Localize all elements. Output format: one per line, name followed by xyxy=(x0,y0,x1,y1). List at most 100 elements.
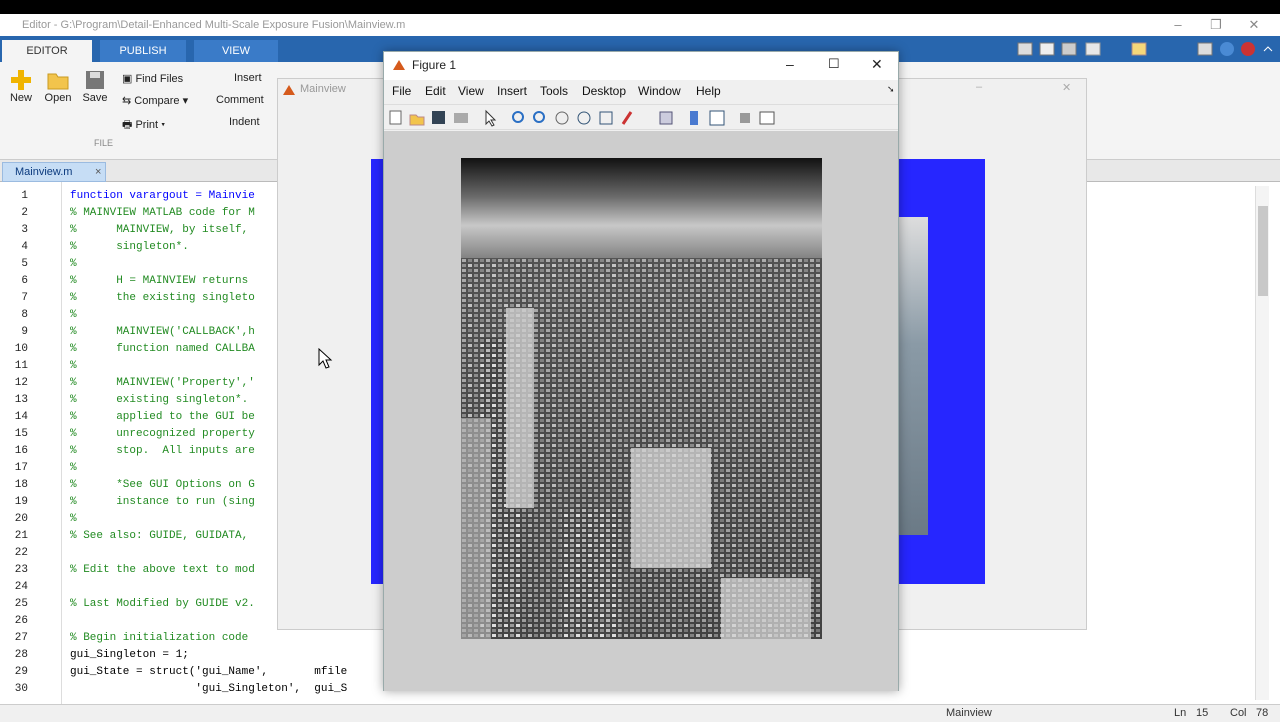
line-number: 8 xyxy=(21,309,28,321)
menu-file[interactable]: File xyxy=(392,84,411,98)
line-number: 27 xyxy=(14,632,28,644)
menu-dock-arrow-icon[interactable]: ➘ xyxy=(887,84,895,95)
code-line[interactable]: % Last Modified by GUIDE v2. xyxy=(70,598,255,610)
close-tab-icon[interactable]: × xyxy=(95,163,101,181)
restore-button[interactable]: ❐ xyxy=(1198,14,1234,36)
code-line[interactable]: % unrecognized property xyxy=(70,428,255,440)
mainview-close-button[interactable]: ✕ xyxy=(1062,81,1071,94)
code-line[interactable]: function varargout = Mainvie xyxy=(70,190,255,202)
code-line[interactable]: % Begin initialization code xyxy=(70,632,248,644)
tab-publish[interactable]: PUBLISH xyxy=(100,40,186,62)
code-line[interactable]: % applied to the GUI be xyxy=(70,411,255,423)
tab-mainview-m[interactable]: Mainview.m × xyxy=(2,162,106,182)
code-line[interactable]: % MAINVIEW, by itself, xyxy=(70,224,248,236)
close-button[interactable]: ✕ xyxy=(1236,14,1272,36)
line-number: 19 xyxy=(14,496,28,508)
line-number: 13 xyxy=(14,394,28,406)
line-number: 21 xyxy=(14,530,28,542)
status-bar: Mainview Ln 15 Col 78 xyxy=(0,704,1280,722)
code-line[interactable]: % See also: GUIDE, GUIDATA, xyxy=(70,530,248,542)
indent-button[interactable]: Indent xyxy=(229,116,260,128)
open-button[interactable]: Open xyxy=(42,68,74,104)
code-line[interactable]: % xyxy=(70,513,77,525)
figure-close-button[interactable]: ✕ xyxy=(871,56,883,73)
figure-minimize-button[interactable]: – xyxy=(786,56,794,72)
menu-insert[interactable]: Insert xyxy=(497,84,527,98)
insert-button[interactable]: Insert xyxy=(234,72,262,84)
line-number: 24 xyxy=(14,581,28,593)
code-line[interactable]: % existing singleton*. xyxy=(70,394,248,406)
status-line-number: 15 xyxy=(1196,707,1209,719)
code-line[interactable]: % the existing singleto xyxy=(70,292,255,304)
code-line[interactable]: % stop. All inputs are xyxy=(70,445,255,457)
minimize-button[interactable]: – xyxy=(1160,14,1196,36)
line-number: 25 xyxy=(14,598,28,610)
line-number: 29 xyxy=(14,666,28,678)
line-number: 28 xyxy=(14,649,28,661)
menu-desktop[interactable]: Desktop xyxy=(582,84,626,98)
code-line[interactable]: % xyxy=(70,360,77,372)
tab-editor[interactable]: EDITOR xyxy=(2,40,92,62)
code-line[interactable]: 'gui_Singleton', gui_S xyxy=(70,683,347,695)
line-number: 16 xyxy=(14,445,28,457)
mainview-title: Mainview xyxy=(300,83,346,95)
find-files-button[interactable]: ▣ Find Files xyxy=(122,72,183,85)
city-image xyxy=(461,158,822,639)
save-icon xyxy=(86,71,104,89)
menu-help[interactable]: Help xyxy=(696,84,721,98)
code-line[interactable]: % MAINVIEW MATLAB code for M xyxy=(70,207,255,219)
scrollbar-thumb[interactable] xyxy=(1258,206,1268,296)
folder-icon xyxy=(47,73,69,90)
title-bar: Editor - G:\Program\Detail-Enhanced Mult… xyxy=(0,14,1280,36)
figure-title-bar: Figure 1 – ☐ ✕ xyxy=(384,52,898,80)
quick-access-icons[interactable] xyxy=(1014,41,1274,59)
code-line[interactable]: % MAINVIEW('Property',' xyxy=(70,377,255,389)
comment-button[interactable]: Comment xyxy=(216,94,264,106)
tab-view[interactable]: VIEW xyxy=(194,40,278,62)
code-line[interactable]: % function named CALLBA xyxy=(70,343,255,355)
line-number: 20 xyxy=(14,513,28,525)
window-title: Editor - G:\Program\Detail-Enhanced Mult… xyxy=(22,19,406,31)
line-number: 2 xyxy=(21,207,28,219)
line-number: 11 xyxy=(14,360,28,372)
line-number: 10 xyxy=(14,343,28,355)
menu-window[interactable]: Window xyxy=(638,84,681,98)
code-line[interactable]: % xyxy=(70,309,77,321)
figure-canvas xyxy=(384,131,898,691)
mouse-cursor-icon xyxy=(318,348,333,369)
figure-maximize-button[interactable]: ☐ xyxy=(828,56,840,72)
code-line[interactable]: % MAINVIEW('CALLBACK',h xyxy=(70,326,255,338)
save-button[interactable]: Save xyxy=(80,68,110,104)
code-line[interactable]: gui_State = struct('gui_Name', mfile xyxy=(70,666,347,678)
figure-toolbar-icons[interactable] xyxy=(388,109,778,127)
line-number: 6 xyxy=(21,275,28,287)
line-number: 5 xyxy=(21,258,28,270)
menu-view[interactable]: View xyxy=(458,84,484,98)
figure-window[interactable]: Figure 1 – ☐ ✕ File Edit View Insert Too… xyxy=(383,51,899,691)
code-line[interactable]: % xyxy=(70,462,77,474)
file-section-label: FILE xyxy=(94,138,114,148)
line-number: 9 xyxy=(21,326,28,338)
menu-tools[interactable]: Tools xyxy=(540,84,568,98)
code-line[interactable]: % xyxy=(70,258,77,270)
line-number: 3 xyxy=(21,224,28,236)
code-line[interactable]: % instance to run (sing xyxy=(70,496,255,508)
matlab-logo-icon xyxy=(283,85,295,95)
vertical-scrollbar[interactable] xyxy=(1255,186,1269,700)
new-button[interactable]: New xyxy=(6,68,36,104)
code-line[interactable]: % singleton*. xyxy=(70,241,189,253)
code-line[interactable]: gui_Singleton = 1; xyxy=(70,649,189,661)
menu-edit[interactable]: Edit xyxy=(425,84,446,98)
code-line[interactable]: % H = MAINVIEW returns xyxy=(70,275,248,287)
print-button[interactable]: 🖶 Print ▾ xyxy=(122,116,165,135)
new-icon xyxy=(11,70,31,90)
mainview-minimize-button[interactable]: – xyxy=(976,81,982,93)
status-col-number: 78 xyxy=(1256,707,1269,719)
line-number: 4 xyxy=(21,241,28,253)
code-line[interactable]: % Edit the above text to mod xyxy=(70,564,255,576)
line-number: 18 xyxy=(14,479,28,491)
line-number: 22 xyxy=(14,547,28,559)
code-line[interactable]: % *See GUI Options on G xyxy=(70,479,255,491)
line-number: 30 xyxy=(14,683,28,695)
compare-button[interactable]: ⇆ Compare ▾ xyxy=(122,94,188,107)
